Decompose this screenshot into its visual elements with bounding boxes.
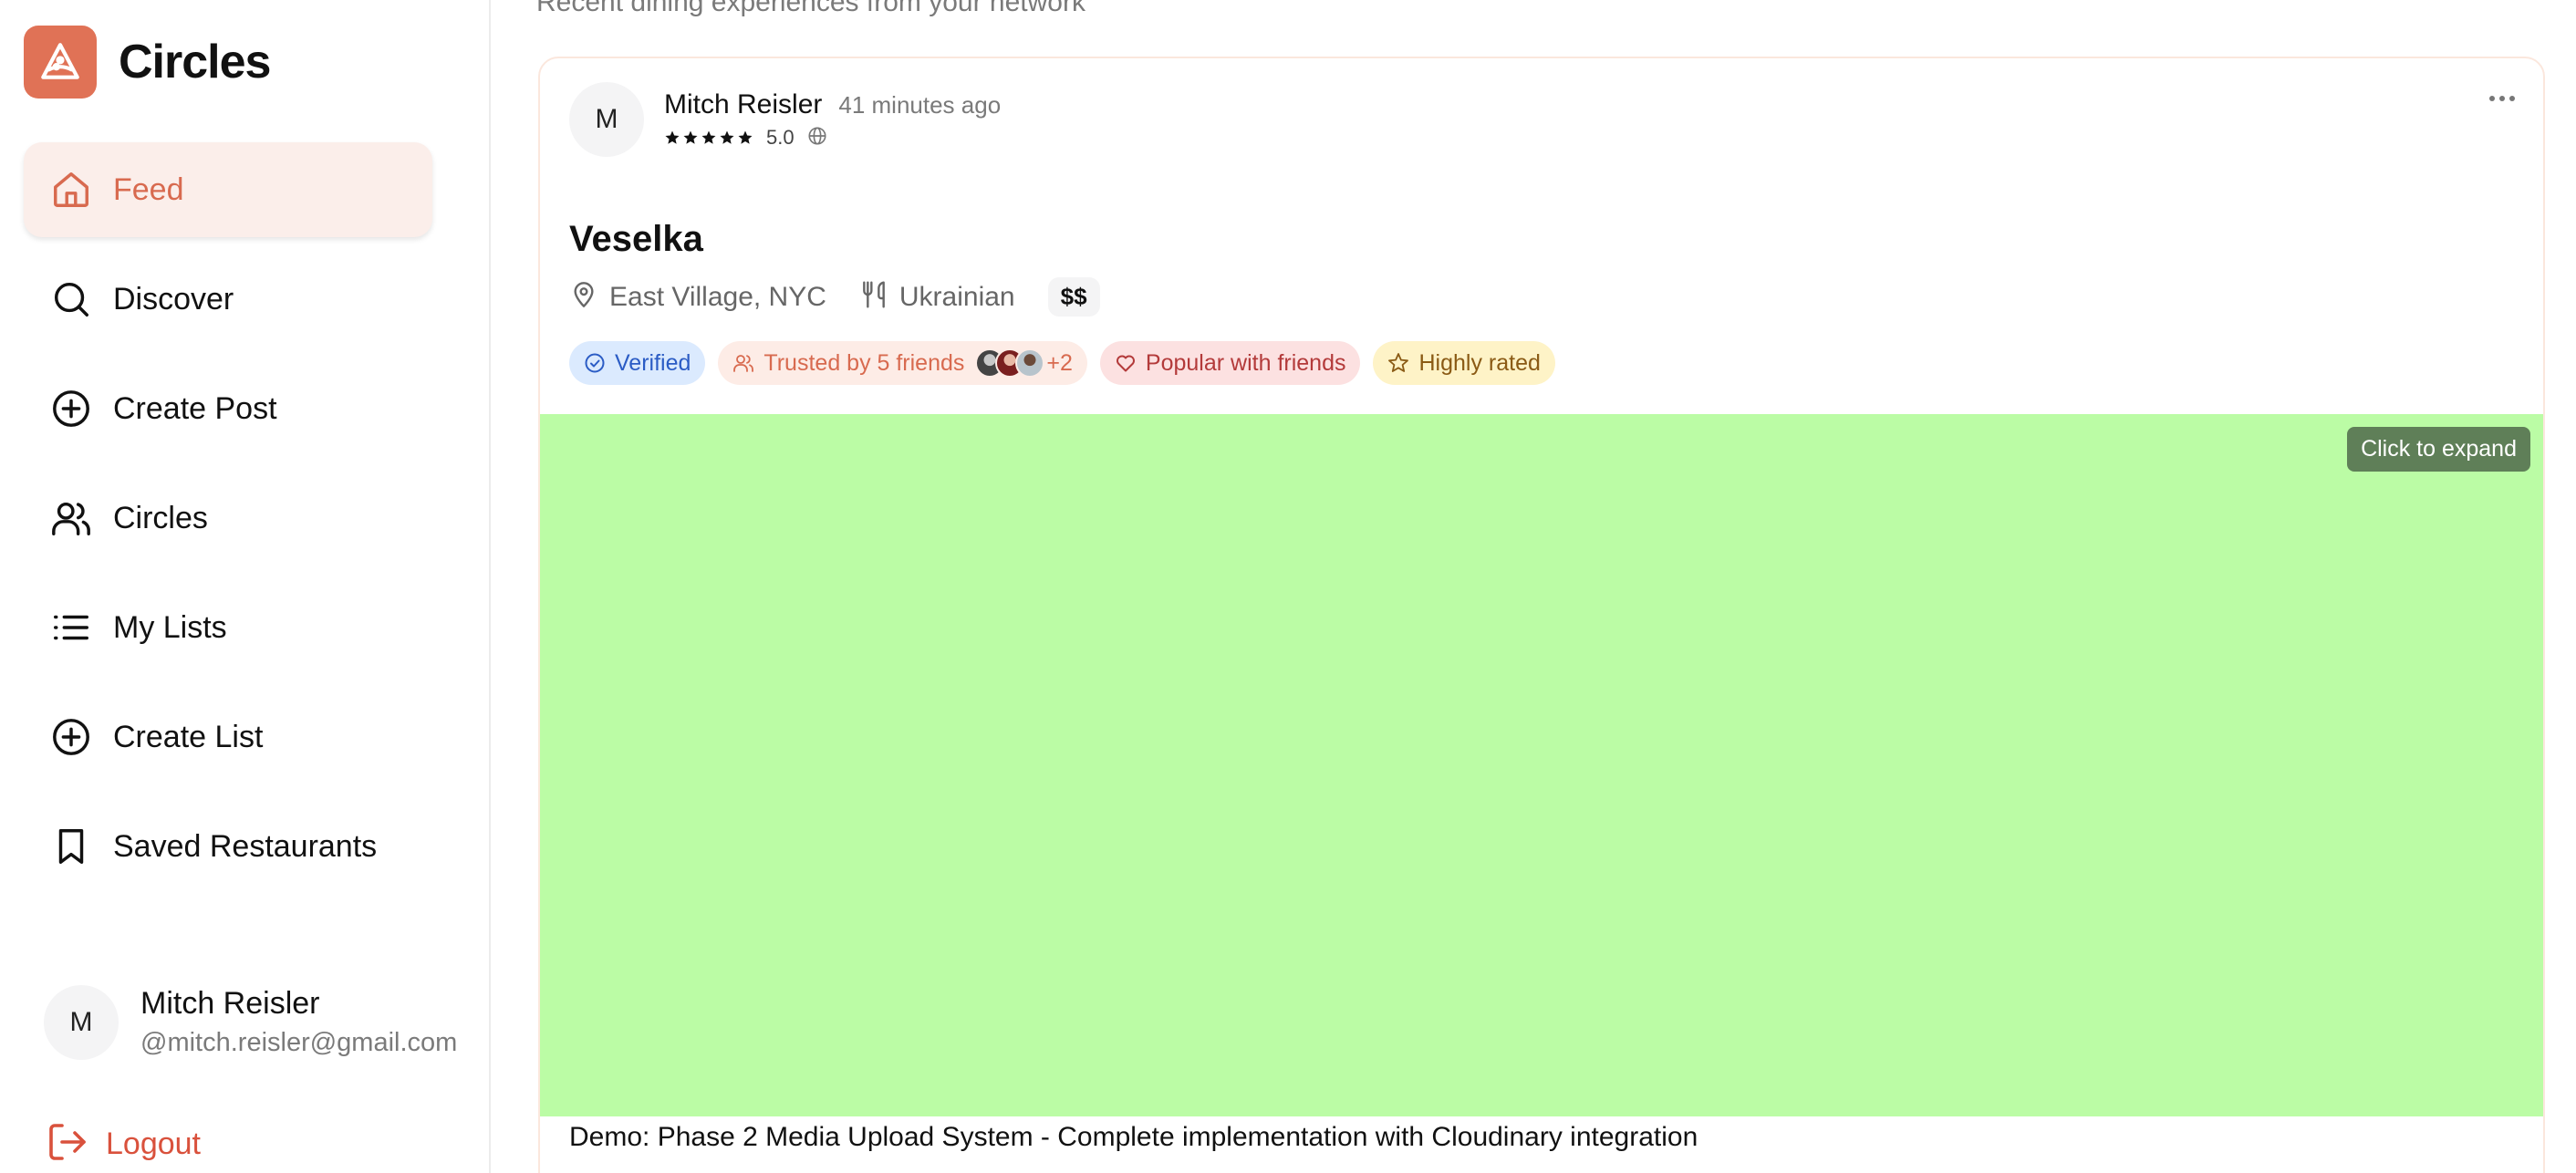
app-name: Circles	[119, 36, 271, 88]
trusted-badge[interactable]: Trusted by 5 friends +2	[718, 341, 1087, 385]
friend-avatars	[975, 348, 1045, 378]
plus-circle-icon	[49, 715, 93, 759]
friends-more-count: +2	[1046, 349, 1073, 376]
friend-avatar	[1015, 348, 1045, 378]
post-header: M Mitch Reisler 41 minutes ago 5.0	[569, 82, 1001, 157]
avatar: M	[44, 985, 119, 1060]
globe-icon	[807, 126, 827, 151]
sidebar-item-discover[interactable]: Discover	[24, 252, 432, 347]
sidebar-nav: Feed Discover Create Post Circles My Lis…	[24, 142, 432, 908]
users-icon	[733, 355, 754, 372]
expand-button[interactable]: Click to expand	[2347, 427, 2530, 472]
plus-circle-icon	[49, 387, 93, 431]
restaurant-name[interactable]: Veselka	[569, 219, 703, 260]
sidebar-item-label: Create Post	[113, 390, 277, 426]
utensils-icon	[859, 280, 888, 314]
highly-rated-badge: Highly rated	[1373, 341, 1555, 385]
list-icon	[49, 606, 93, 649]
profile-name: Mitch Reisler	[140, 986, 320, 1021]
post-caption: Demo: Phase 2 Media Upload System - Comp…	[569, 1122, 1698, 1152]
star-icon	[683, 130, 698, 144]
sidebar-item-saved-restaurants[interactable]: Saved Restaurants	[24, 799, 432, 894]
sidebar-item-label: Feed	[113, 171, 184, 207]
map-pin-icon	[569, 280, 598, 314]
avatar[interactable]: M	[569, 82, 644, 157]
post-media[interactable]: Click to expand	[540, 414, 2543, 1116]
heart-icon	[1116, 355, 1135, 372]
rating-value: 5.0	[766, 126, 795, 149]
post-card: M Mitch Reisler 41 minutes ago 5.0 Vesel…	[538, 57, 2545, 1173]
restaurant-details: East Village, NYC Ukrainian $$	[569, 277, 1100, 317]
sidebar-item-circles[interactable]: Circles	[24, 471, 432, 566]
logout-button[interactable]: Logout	[46, 1120, 201, 1168]
app-root: Circles Feed Discover Create Post Circle…	[0, 0, 2576, 1173]
bookmark-icon	[49, 825, 93, 868]
star-rating	[664, 130, 755, 146]
badge-label: Popular with friends	[1145, 349, 1346, 376]
user-profile[interactable]: M Mitch Reisler @mitch.reisler@gmail.com	[44, 983, 457, 1062]
feed-subtitle: Recent dining experiences from your netw…	[536, 0, 1085, 17]
badge-label: Trusted by 5 friends	[763, 349, 965, 376]
pizza-slice-icon	[24, 26, 97, 99]
home-icon	[49, 168, 93, 212]
post-timestamp: 41 minutes ago	[838, 90, 1002, 119]
star-icon	[720, 130, 734, 144]
more-options-button[interactable]	[2488, 91, 2516, 108]
check-circle-icon	[585, 353, 605, 373]
search-icon	[49, 277, 93, 321]
sidebar: Circles Feed Discover Create Post Circle…	[0, 0, 491, 1173]
sidebar-item-label: Saved Restaurants	[113, 828, 378, 864]
sidebar-item-create-list[interactable]: Create List	[24, 690, 432, 784]
location-detail: East Village, NYC	[569, 280, 826, 314]
users-icon	[49, 496, 93, 540]
brand[interactable]: Circles	[24, 26, 271, 99]
sidebar-item-label: Create List	[113, 719, 264, 754]
verified-badge: Verified	[569, 341, 706, 385]
cuisine-text: Ukrainian	[898, 281, 1015, 312]
ellipsis-icon	[2489, 96, 2515, 101]
price-badge: $$	[1047, 277, 1100, 317]
badge-row: Verified Trusted by 5 friends +2 Popular…	[569, 341, 1568, 385]
cuisine-detail: Ukrainian	[859, 280, 1015, 314]
star-icon	[701, 130, 716, 144]
logout-icon	[46, 1120, 89, 1168]
popular-badge: Popular with friends	[1099, 341, 1361, 385]
star-icon	[1388, 353, 1409, 372]
sidebar-item-label: Circles	[113, 500, 208, 535]
profile-email: @mitch.reisler@gmail.com	[140, 1028, 458, 1057]
sidebar-item-label: Discover	[113, 281, 234, 317]
star-icon	[665, 130, 680, 144]
sidebar-item-create-post[interactable]: Create Post	[24, 361, 432, 456]
sidebar-item-feed[interactable]: Feed	[24, 142, 432, 237]
badge-label: Verified	[615, 349, 691, 376]
star-icon	[738, 130, 753, 144]
sidebar-item-label: My Lists	[113, 609, 227, 645]
post-author[interactable]: Mitch Reisler	[664, 89, 822, 120]
badge-label: Highly rated	[1418, 349, 1541, 376]
logout-label: Logout	[106, 1126, 201, 1161]
location-text: East Village, NYC	[609, 281, 826, 312]
sidebar-item-my-lists[interactable]: My Lists	[24, 580, 432, 675]
